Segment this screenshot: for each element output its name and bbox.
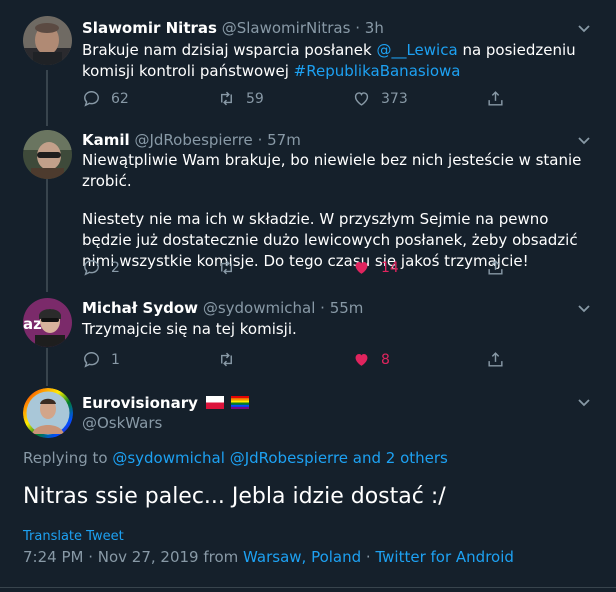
share-button[interactable]	[486, 258, 505, 277]
share-button[interactable]	[486, 89, 505, 108]
share-button[interactable]	[486, 350, 505, 369]
separator-dot: ·	[257, 131, 263, 149]
chevron-down-icon[interactable]	[576, 394, 592, 410]
tweet-header: Kamil @JdRobespierre · 57m	[82, 130, 301, 150]
text-segment: Brakuje nam dzisiaj wsparcia posłanek	[82, 41, 377, 59]
tweet-slawomir[interactable]: Slawomir Nitras @SlawomirNitras · 3h Bra…	[0, 0, 616, 125]
replying-to: Replying to @sydowmichal @JdRobespierre …	[23, 449, 448, 467]
reply-mention-link[interactable]: @JdRobespierre	[230, 449, 348, 467]
retweet-count: 59	[246, 90, 264, 107]
rainbow-flag-icon	[231, 396, 250, 409]
tweet-time[interactable]: 3h	[365, 19, 384, 37]
reply-count: 2	[111, 259, 120, 276]
tweet-text: Brakuje nam dzisiaj wsparcia posłanek @_…	[82, 40, 594, 82]
avatar[interactable]	[23, 388, 73, 438]
separator-dot: ·	[320, 299, 325, 317]
author-block: Eurovisionary	[82, 393, 250, 413]
tweet-time[interactable]: 57m	[267, 131, 301, 149]
reply-icon	[84, 260, 99, 276]
retweet-button[interactable]: 59	[217, 89, 264, 108]
replying-label: Replying to	[23, 449, 113, 467]
action-bar: 62 59 373	[82, 89, 532, 109]
reply-icon	[84, 352, 99, 368]
reply-and-text[interactable]: and	[348, 449, 386, 467]
tweet-header: Slawomir Nitras @SlawomirNitras · 3h	[82, 18, 384, 38]
retweet-icon	[221, 91, 232, 106]
tweet-metadata: 7:24 PM · Nov 27, 2019 from Warsaw, Pola…	[23, 548, 514, 566]
author-name[interactable]: Michał Sydow	[82, 299, 198, 317]
source-link[interactable]: Twitter for Android	[375, 548, 513, 566]
reply-count: 1	[111, 351, 120, 368]
tweet-header: Michał Sydow @sydowmichal · 55m	[82, 298, 363, 318]
author-handle[interactable]: @OskWars	[82, 414, 162, 432]
main-tweet-text: Nitras ssie palec... Jebla idzie dostać …	[23, 484, 446, 509]
hashtag-link[interactable]: #RepublikaBanasiowa	[294, 62, 461, 80]
like-count: 14	[381, 259, 399, 276]
reply-others-link[interactable]: 2 others	[386, 449, 448, 467]
author-handle[interactable]: @sydowmichal	[203, 299, 316, 317]
separator-dot: ·	[355, 19, 360, 37]
retweet-icon	[221, 352, 232, 367]
like-icon	[355, 261, 368, 274]
like-icon	[355, 353, 368, 366]
like-button[interactable]: 14	[352, 258, 399, 277]
tweet-paragraph: Niewątpliwie Wam brakuje, bo niewiele be…	[82, 151, 582, 190]
like-icon	[354, 92, 369, 106]
main-tweet: Eurovisionary @OskWars Replying to @sydo…	[0, 384, 616, 592]
action-bar: 2 14	[82, 258, 532, 278]
action-bar: 1 8	[82, 350, 532, 370]
like-count: 8	[381, 351, 390, 368]
tweet-michal[interactable]: az Michał Sydow @sydowmichal · 55m Trzym…	[0, 293, 616, 383]
author-handle-row: @OskWars	[82, 413, 162, 433]
like-button[interactable]: 8	[352, 350, 390, 369]
tweet-text: Niewątpliwie Wam brakuje, bo niewiele be…	[82, 150, 594, 272]
chevron-down-icon[interactable]	[576, 300, 592, 316]
retweet-button[interactable]	[217, 258, 246, 277]
reply-mention-link[interactable]: @sydowmichal	[112, 449, 225, 467]
location-link[interactable]: Warsaw, Poland	[243, 548, 361, 566]
avatar[interactable]	[23, 16, 72, 65]
like-button[interactable]: 373	[352, 89, 408, 108]
share-icon	[488, 260, 503, 275]
chevron-down-icon[interactable]	[576, 20, 592, 36]
reply-button[interactable]: 2	[82, 258, 120, 277]
separator-dot: ·	[361, 548, 376, 566]
tweet-text: Trzymajcie się na tej komisji.	[82, 320, 297, 338]
avatar[interactable]	[23, 130, 72, 179]
reply-button[interactable]: 62	[82, 89, 129, 108]
retweet-button[interactable]	[217, 350, 246, 369]
reply-button[interactable]: 1	[82, 350, 120, 369]
avatar[interactable]: az	[23, 298, 72, 347]
author-name[interactable]: Kamil	[82, 131, 130, 149]
mention-link[interactable]: @__Lewica	[376, 41, 457, 59]
reply-icon	[84, 91, 99, 107]
chevron-down-icon[interactable]	[576, 132, 592, 148]
author-handle[interactable]: @SlawomirNitras	[222, 19, 351, 37]
author-handle[interactable]: @JdRobespierre	[134, 131, 252, 149]
tweet-kamil[interactable]: Kamil @JdRobespierre · 57m Niewątpliwie …	[0, 126, 616, 292]
author-name[interactable]: Eurovisionary	[82, 394, 198, 412]
share-icon	[488, 352, 503, 367]
retweet-icon	[221, 260, 232, 275]
reply-count: 62	[111, 90, 129, 107]
share-icon	[488, 91, 503, 106]
translate-tweet-link[interactable]: Translate Tweet	[23, 529, 124, 544]
divider	[0, 587, 616, 588]
like-count: 373	[381, 90, 408, 107]
tweet-time[interactable]: 55m	[330, 299, 364, 317]
poland-flag-icon	[205, 396, 224, 409]
author-name[interactable]: Slawomir Nitras	[82, 19, 217, 37]
tweet-datetime[interactable]: 7:24 PM · Nov 27, 2019 from	[23, 548, 243, 566]
